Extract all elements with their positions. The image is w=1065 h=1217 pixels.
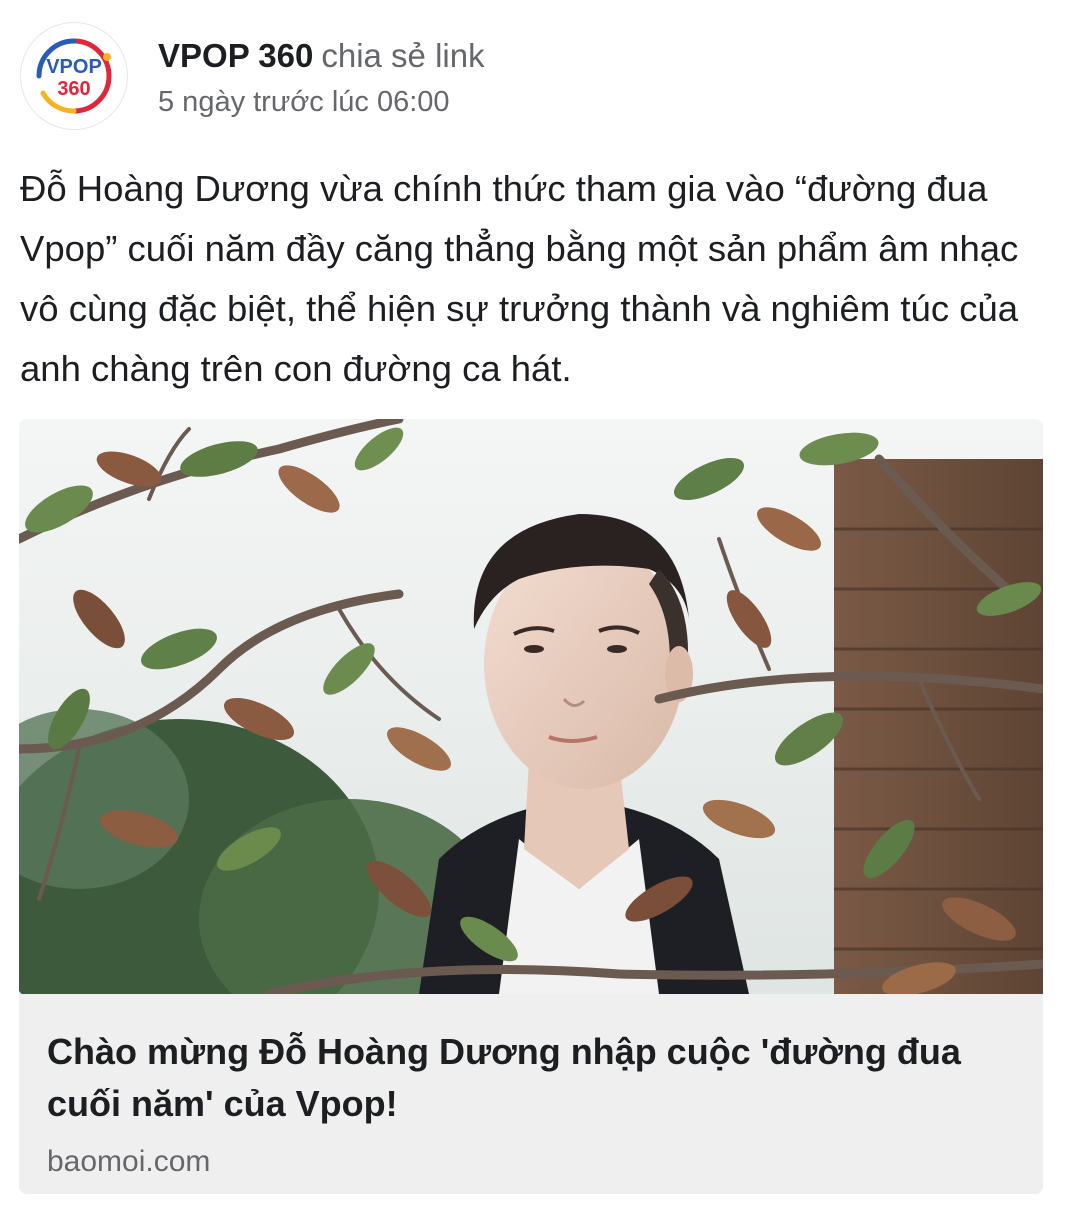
post-timestamp[interactable]: 5 ngày trước lúc 06:00 bbox=[158, 84, 450, 120]
article-photo-image bbox=[19, 419, 1043, 994]
post-action: chia sẻ link bbox=[321, 37, 485, 74]
page-avatar[interactable]: VPOP 360 bbox=[20, 22, 128, 130]
link-title[interactable]: Chào mừng Đỗ Hoàng Dương nhập cuộc 'đườn… bbox=[47, 1026, 1007, 1130]
svg-text:VPOP: VPOP bbox=[46, 56, 102, 78]
vpop360-logo-icon: VPOP 360 bbox=[21, 23, 127, 129]
feed-post: VPOP 360 VPOP 360 chia sẻ link 5 ngày trư… bbox=[0, 0, 1065, 1217]
link-preview-meta[interactable]: Chào mừng Đỗ Hoàng Dương nhập cuộc 'đườn… bbox=[19, 994, 1043, 1194]
link-domain: baomoi.com bbox=[47, 1145, 211, 1178]
link-preview-image[interactable] bbox=[19, 419, 1043, 994]
author-name[interactable]: VPOP 360 bbox=[158, 37, 313, 74]
author-line: VPOP 360 chia sẻ link bbox=[158, 36, 485, 76]
link-preview-card[interactable]: Chào mừng Đỗ Hoàng Dương nhập cuộc 'đườn… bbox=[19, 419, 1043, 1194]
post-text: Đỗ Hoàng Dương vừa chính thức tham gia v… bbox=[20, 168, 1019, 389]
post-header: VPOP 360 VPOP 360 chia sẻ link 5 ngày trư… bbox=[20, 22, 1040, 132]
svg-text:360: 360 bbox=[57, 78, 90, 100]
